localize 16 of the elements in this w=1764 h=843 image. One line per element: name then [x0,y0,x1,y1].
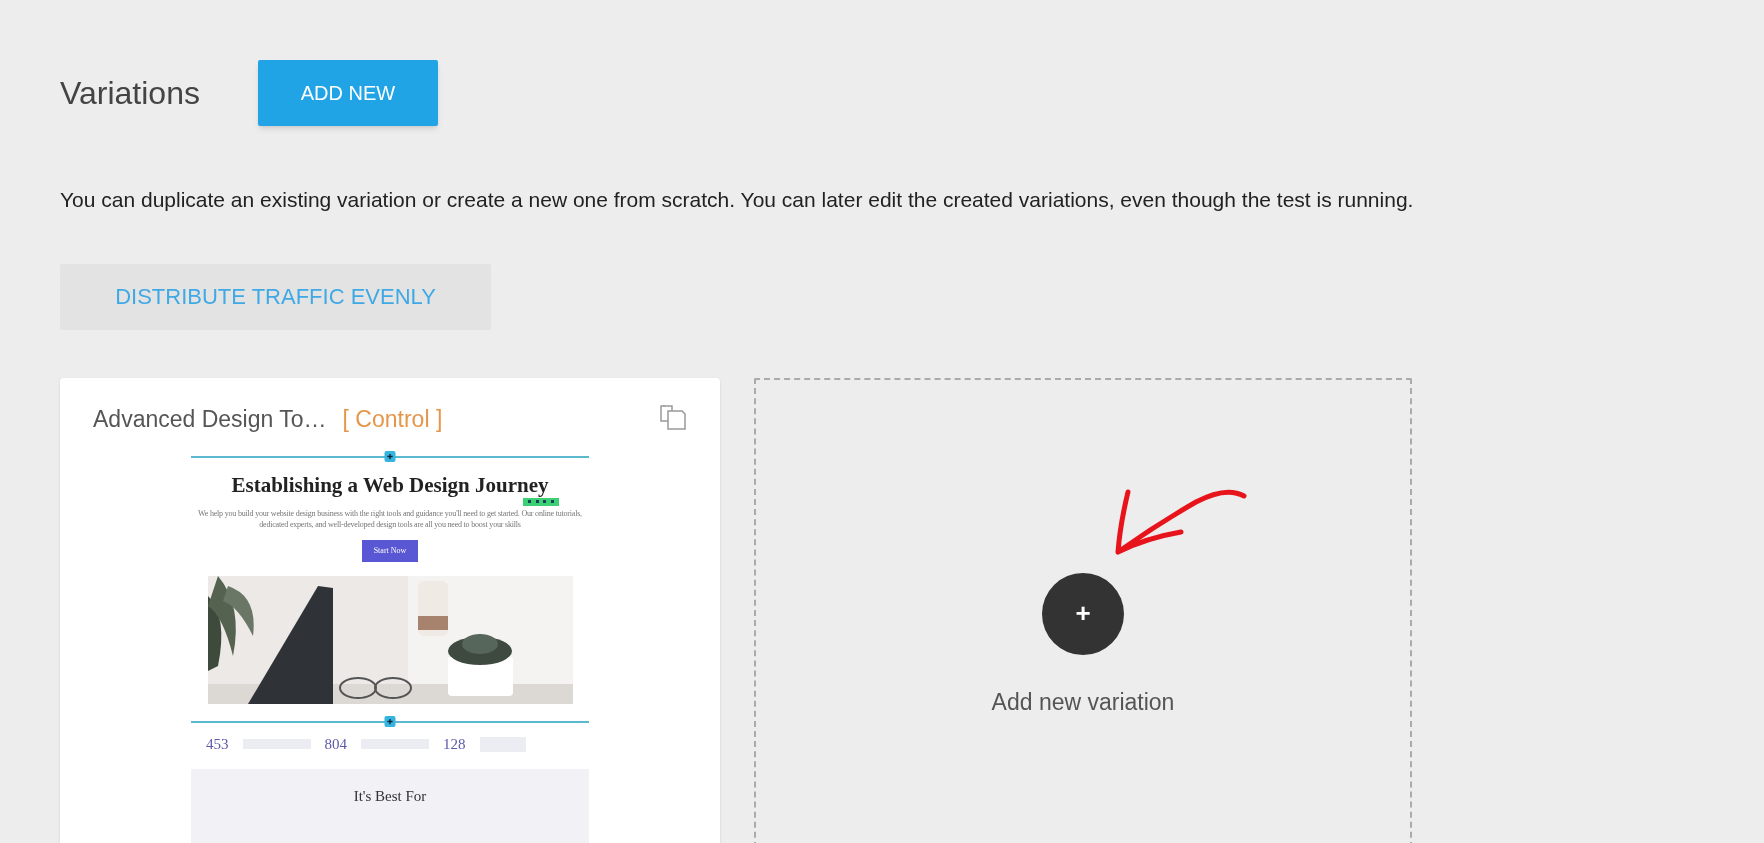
page-title: Variations [60,74,200,113]
section-title: It's Best For [353,787,427,807]
add-variation-card[interactable]: + Add new variation [754,377,1412,843]
add-variation-label: Add new variation [991,687,1175,717]
stat-number: 128 [443,734,466,754]
preview-heading: Establishing a Web Design Journey [231,471,549,498]
plus-icon[interactable] [384,450,396,462]
description-text: You can duplicate an existing variation or create a new one from scratch. You can later edit the created variations, even though the test is running. [60,187,1415,213]
stat-number: 453 [206,734,229,754]
control-label: [ Control ] [342,405,443,435]
stat-number: 804 [324,734,347,754]
preview-text: We help you build your website design business with the right tools and guidance you'll need to get started. Our online tutorials, dedicated experts, and well-developed design tools are all you need to boost your skills [197,507,583,530]
plus-icon[interactable] [384,715,396,727]
rating-icon [523,497,559,506]
variation-name: Advanced Design To… [93,405,327,435]
add-variation-button[interactable]: + [1042,572,1124,655]
